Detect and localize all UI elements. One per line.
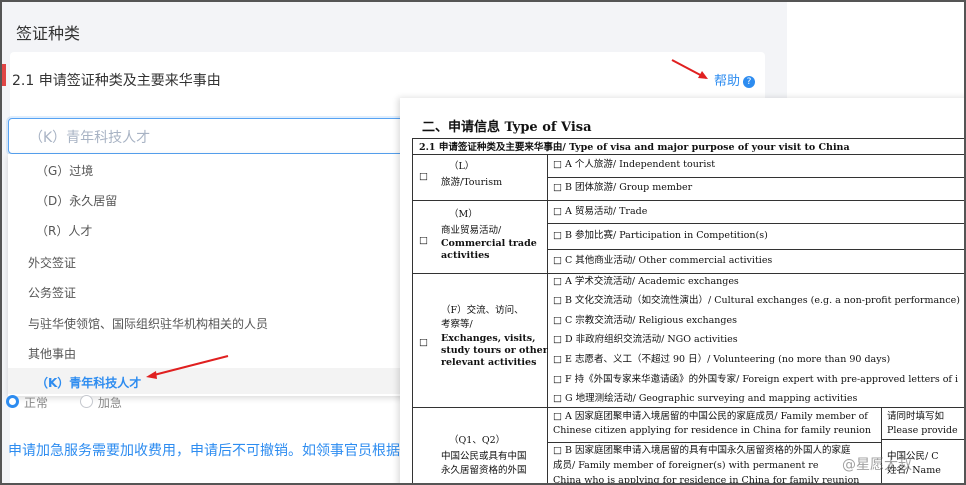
visa-form-document: 二、申请信息 Type of Visa 2.1 申请签证种类及主要来华事由/ T…: [400, 98, 964, 485]
table-line: [547, 177, 964, 178]
doc-title: 二、申请信息 Type of Visa: [422, 120, 592, 135]
radio-normal[interactable]: [6, 395, 19, 408]
cat-f: （F）交流、访问、: [441, 305, 524, 316]
table-line: [881, 439, 964, 440]
f-item-b: □ B 文化交流活动（如交流性演出）/ Cultural exchanges (…: [553, 295, 960, 306]
cat-f-2: 考察等/: [441, 319, 473, 330]
table-line: [547, 442, 881, 443]
q-side-1: 请同时填写如: [887, 411, 945, 422]
checkbox-f[interactable]: □: [419, 337, 428, 349]
f-item-c: □ C 宗教交流活动/ Religious exchanges: [553, 315, 737, 326]
table-line: [413, 407, 964, 408]
option-r-talent[interactable]: （R）人才: [36, 222, 92, 239]
q-item-a-1: □ A 因家庭团聚申请入境居留的中国公民的家庭成员/ Family member…: [553, 411, 868, 422]
radio-urgent-label: 加急: [97, 396, 122, 410]
option-d-permanent[interactable]: （D）永久居留: [36, 192, 117, 209]
table-line: [413, 200, 964, 201]
annotation-arrow-option: [146, 355, 229, 379]
cat-q-2: 中国公民或具有中国: [441, 451, 527, 462]
table-line: [413, 154, 964, 155]
cat-m-2: 商业贸易活动/: [441, 225, 502, 236]
help-link[interactable]: 帮助?: [714, 70, 756, 89]
cat-f-3: Exchanges, visits,: [441, 333, 536, 344]
watermark: @星愿大叔: [842, 457, 912, 473]
option-k-young-talent[interactable]: （K）青年科技人才: [36, 374, 141, 391]
cat-f-4: study tours or other: [441, 345, 548, 356]
table-line: [547, 154, 548, 483]
f-item-a: □ A 学术交流活动/ Academic exchanges: [553, 276, 739, 287]
table-line: [547, 223, 964, 224]
l-item-b: □ B 团体旅游/ Group member: [553, 182, 693, 193]
doc-table: 2.1 申请签证种类及主要来华事由/ Type of visa and majo…: [412, 138, 964, 485]
doc-row-header: 2.1 申请签证种类及主要来华事由/ Type of visa and majo…: [419, 142, 850, 153]
table-line: [413, 273, 964, 274]
required-marker: [2, 64, 6, 86]
cat-q-3: 永久居留资格的外国: [441, 465, 527, 476]
option-other[interactable]: 其他事由: [28, 345, 76, 362]
q-item-b-2: 成员/ Family member of foreigner(s) with p…: [553, 460, 819, 471]
screenshot-frame: 签证种类 2.1 申请签证种类及主要来华事由 帮助? （K）青年科技人才 （G）…: [0, 0, 966, 485]
cat-m-3: Commercial trade: [441, 238, 537, 249]
checkbox-l[interactable]: □: [419, 171, 428, 183]
option-g-transit[interactable]: （G）过境: [36, 162, 93, 179]
cat-m: （M）: [449, 209, 478, 220]
cat-m-4: activities: [441, 250, 490, 261]
service-radio-group: 正常 加急: [6, 394, 122, 410]
cat-l: （L）: [449, 161, 475, 172]
f-item-g: □ G 地理测绘活动/ Geographic surveying and map…: [553, 393, 858, 404]
option-diplomatic[interactable]: 外交签证: [28, 254, 76, 271]
question-icon: ?: [743, 76, 756, 88]
q-side-2: Please provide: [887, 425, 958, 436]
radio-urgent[interactable]: [79, 395, 93, 408]
cat-f-5: relevant activities: [441, 357, 537, 368]
radio-normal-label: 正常: [24, 396, 49, 410]
section-title: 签证种类: [16, 24, 81, 43]
urgent-notice: 申请加急服务需要加收费用，申请后不可撤销。如领事官员根据: [8, 443, 400, 459]
question-label: 2.1 申请签证种类及主要来华事由: [12, 73, 221, 89]
checkbox-m[interactable]: □: [419, 235, 428, 247]
f-item-f: □ F 持《外国专家来华邀请函》的外国专家/ Foreign expert wi…: [553, 374, 959, 385]
f-item-e: □ E 志愿者、义工（不超过 90 日）/ Volunteering (no m…: [553, 354, 891, 365]
cat-q: （Q1、Q2）: [449, 435, 506, 446]
cat-l-2: 旅游/Tourism: [441, 177, 503, 188]
f-item-d: □ D 非政府组织交流活动/ NGO activities: [553, 334, 738, 345]
annotation-arrow-help: [671, 59, 708, 79]
q-item-a-2: Chinese citizen applying for residence i…: [553, 425, 871, 436]
q-item-b-1: □ B 因家庭团聚申请入境居留的具有中国永久居留资格的外国人的家庭: [553, 445, 851, 456]
q-item-b-3: China who is applying for residence in C…: [553, 475, 860, 485]
m-item-a: □ A 贸易活动/ Trade: [553, 206, 648, 217]
m-item-b: □ B 参加比赛/ Participation in Competition(s…: [553, 230, 768, 241]
table-line: [547, 249, 964, 250]
option-embassy-related[interactable]: 与驻华使领馆、国际组织驻华机构相关的人员: [28, 315, 268, 332]
l-item-a: □ A 个人旅游/ Independent tourist: [553, 159, 716, 170]
select-value: （K）青年科技人才: [29, 130, 151, 146]
help-label: 帮助: [714, 74, 741, 89]
m-item-c: □ C 其他商业活动/ Other commercial activities: [553, 255, 773, 266]
option-service[interactable]: 公务签证: [28, 284, 76, 301]
